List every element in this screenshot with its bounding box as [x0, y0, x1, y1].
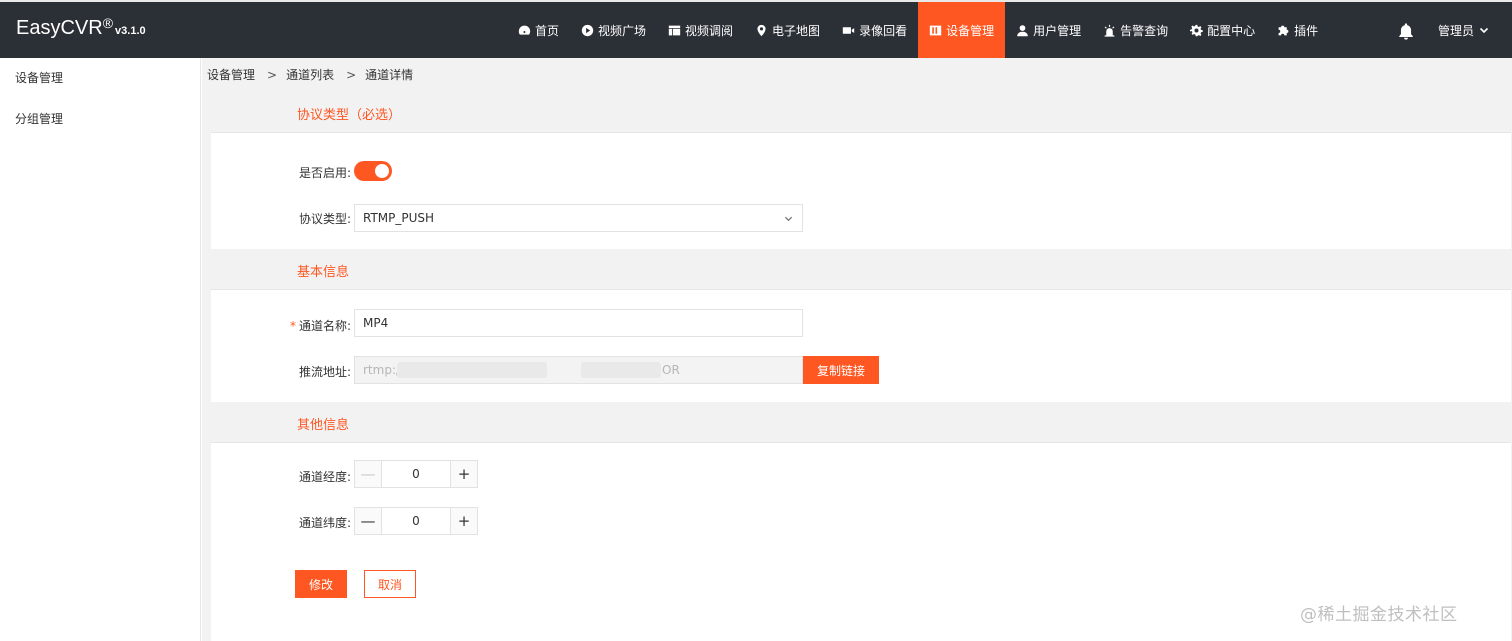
nav-item-label: 首页	[535, 23, 560, 38]
gear-icon	[1190, 24, 1203, 36]
longitude-stepper: — +	[354, 460, 478, 488]
layout-icon	[668, 25, 681, 35]
push-url-suffix: OR	[662, 363, 680, 377]
longitude-input[interactable]	[382, 461, 450, 487]
watermark: @稀土掘金技术社区	[1300, 605, 1458, 625]
device-icon	[929, 25, 942, 35]
redacted-mask	[581, 362, 661, 378]
push-url-label: 推流地址:	[298, 365, 351, 379]
breadcrumb-item-channel-list[interactable]: 通道列表	[286, 68, 334, 82]
breadcrumb-separator: >	[267, 68, 278, 82]
main-content: 设备管理 > 通道列表 > 通道详情 协议类型（必选） 是否启用: 协议类型: RTMP…	[202, 58, 1512, 641]
protocol-type-select[interactable]: RTMP_PUSH	[354, 204, 803, 232]
brand-logo[interactable]: EasyCVR® v3.1.0	[16, 15, 146, 40]
channel-detail-form: 协议类型（必选） 是否启用: 协议类型: RTMP_PUSH 基本信息 * 通道名…	[211, 92, 1511, 641]
nav-item-config-center[interactable]: 配置中心	[1179, 2, 1266, 58]
brand-name: EasyCVR	[16, 17, 103, 39]
latitude-increment-button[interactable]: +	[450, 508, 477, 534]
chevron-down-icon	[1479, 27, 1489, 34]
section-header-protocol: 协议类型（必选）	[211, 92, 1511, 133]
sidebar: 设备管理 分组管理	[0, 58, 201, 641]
nav-item-home[interactable]: 首页	[507, 2, 570, 58]
nav-item-label: 插件	[1294, 23, 1319, 38]
nav-item-label: 告警查询	[1120, 23, 1169, 38]
admin-menu[interactable]: 管理员	[1438, 2, 1489, 58]
required-mark: *	[289, 319, 296, 333]
latitude-decrement-button[interactable]: —	[355, 508, 382, 534]
app-version: v3.1.0	[115, 25, 146, 37]
sidebar-item-device-management[interactable]: 设备管理	[0, 58, 200, 99]
breadcrumb-item-channel-detail: 通道详情	[365, 68, 414, 82]
alarm-icon	[1104, 24, 1115, 37]
location-pin-icon	[757, 24, 766, 36]
nav-item-video-plaza[interactable]: 视频广场	[570, 2, 657, 58]
channel-name-label: * 通道名称:	[211, 317, 351, 334]
nav-item-label: 视频广场	[598, 23, 647, 38]
nav-item-video-review[interactable]: 视频调阅	[657, 2, 744, 58]
play-icon	[581, 24, 594, 36]
breadcrumb-separator: >	[346, 68, 357, 82]
section-title: 其他信息	[297, 418, 350, 433]
nav-item-label: 用户管理	[1033, 23, 1082, 38]
user-icon	[1017, 24, 1028, 36]
latitude-label: 通道纬度:	[298, 516, 351, 530]
nav-item-e-map[interactable]: 电子地图	[744, 2, 831, 58]
dashboard-icon	[518, 25, 531, 35]
longitude-increment-button[interactable]: +	[450, 461, 477, 487]
nav-item-playback[interactable]: 录像回看	[831, 2, 918, 58]
breadcrumb: 设备管理 > 通道列表 > 通道详情	[207, 58, 413, 92]
section-title: 基本信息	[297, 265, 350, 280]
latitude-stepper: — +	[354, 507, 478, 535]
section-header-basic: 基本信息	[211, 249, 1511, 290]
enabled-label: 是否启用:	[298, 166, 351, 180]
section-header-other: 其他信息	[211, 402, 1511, 443]
nav-item-label: 设备管理	[946, 23, 995, 38]
sidebar-item-group-management[interactable]: 分组管理	[0, 99, 200, 140]
nav-item-label: 录像回看	[859, 23, 908, 38]
registered-mark: ®	[102, 15, 114, 31]
push-url-field[interactable]: rtmp:// OR	[354, 356, 803, 384]
puzzle-icon	[1278, 25, 1289, 35]
enabled-toggle[interactable]	[354, 161, 392, 181]
cancel-button[interactable]: 取消	[364, 570, 416, 598]
channel-name-input[interactable]	[354, 309, 803, 337]
toggle-knob	[375, 164, 389, 178]
breadcrumb-item-device-management[interactable]: 设备管理	[207, 68, 255, 82]
redacted-mask	[397, 362, 547, 378]
channel-name-label-text: 通道名称:	[298, 319, 351, 333]
nav-item-label: 配置中心	[1207, 23, 1256, 38]
bell-icon[interactable]	[1397, 22, 1415, 40]
video-camera-icon	[842, 26, 855, 34]
chevron-down-icon	[784, 216, 793, 222]
longitude-label: 通道经度:	[298, 470, 351, 484]
latitude-input[interactable]	[382, 508, 450, 534]
nav-item-user-management[interactable]: 用户管理	[1005, 2, 1092, 58]
admin-label: 管理员	[1438, 23, 1475, 38]
main-nav: 首页 视频广场 视频调阅 电子地图 录像回看 设备管理 用户管理 告警查询 配置…	[507, 2, 1329, 58]
nav-item-plugins[interactable]: 插件	[1266, 2, 1329, 58]
copy-link-button[interactable]: 复制链接	[803, 356, 879, 384]
nav-item-device-management[interactable]: 设备管理	[918, 2, 1006, 58]
protocol-type-value: RTMP_PUSH	[363, 211, 435, 225]
submit-button[interactable]: 修改	[295, 570, 347, 598]
protocol-type-label: 协议类型:	[298, 212, 351, 226]
nav-item-label: 视频调阅	[685, 23, 734, 38]
section-title: 协议类型（必选）	[297, 108, 402, 123]
top-bar: EasyCVR® v3.1.0 首页 视频广场 视频调阅 电子地图 录像回看 设备…	[0, 0, 1512, 58]
nav-item-alarm-query[interactable]: 告警查询	[1092, 2, 1179, 58]
nav-item-label: 电子地图	[772, 23, 821, 38]
longitude-decrement-button[interactable]: —	[355, 461, 382, 487]
